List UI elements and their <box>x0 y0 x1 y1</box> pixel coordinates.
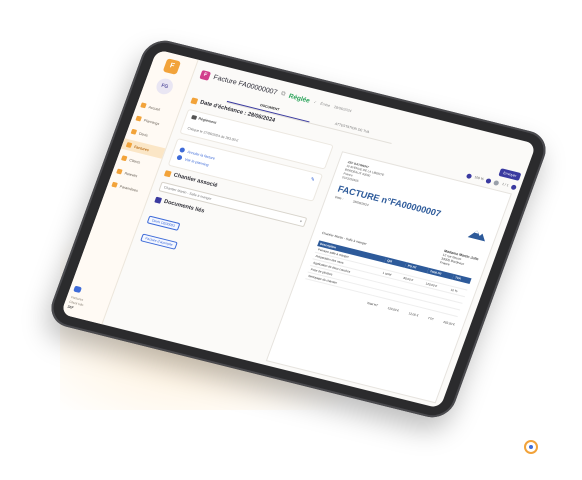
payment-label-text: Règlement <box>197 116 217 125</box>
invoice-icon <box>125 142 133 148</box>
home-icon <box>140 102 147 109</box>
ttc-label: TTC <box>427 316 435 322</box>
calendar-icon <box>135 115 142 122</box>
folder-icon <box>154 196 163 204</box>
ttc-value: 283,00 € <box>442 319 456 327</box>
rotate-icon[interactable] <box>493 179 501 186</box>
page-title: Facture FA00000007 <box>212 73 279 97</box>
page-indicator: 1 / 1 <box>501 182 510 188</box>
wallet-icon <box>190 114 198 120</box>
sidebar-item-label: Accueil <box>148 104 161 112</box>
gear-icon <box>111 181 118 188</box>
chart-icon <box>116 168 123 175</box>
invoice-date-label: Date : <box>334 195 345 201</box>
avatar[interactable]: FG <box>154 76 176 96</box>
sidebar-footer: Factures Client Info ZEF <box>67 285 90 313</box>
client-address: Madame Martin Julie 12 rue Neuve 33000 B… <box>439 249 479 273</box>
total-ht-label: Total HT <box>366 300 379 308</box>
sidebar-item-label: Clients <box>128 157 141 165</box>
zoom-level: 100 % <box>473 175 485 182</box>
tva-value: 12,00 € <box>407 311 419 318</box>
site-icon <box>163 170 172 178</box>
chat-icon[interactable] <box>73 285 82 294</box>
next-page-icon[interactable] <box>510 183 518 190</box>
issued-date: 28/06/2024 <box>333 105 353 114</box>
sidebar-item-label: Factures <box>133 144 150 152</box>
invoice-badge-icon: F <box>199 69 212 81</box>
pencil-icon[interactable]: ✎ <box>309 177 315 184</box>
check-icon: ✓ <box>312 99 318 105</box>
app-logo[interactable]: F <box>162 58 182 75</box>
cancel-icon <box>178 147 186 153</box>
sidebar-item-label: Plannings <box>143 117 161 126</box>
eye-icon <box>176 154 183 161</box>
chevron-down-icon: ▾ <box>299 219 303 224</box>
status-badge: Réglée <box>287 92 311 105</box>
zoom-in-icon[interactable] <box>485 177 493 184</box>
linked-doc-button[interactable]: Facture d'acompte <box>140 233 178 250</box>
document-icon <box>130 128 138 135</box>
sidebar-item-label: Devis <box>138 131 149 138</box>
users-icon <box>120 155 128 162</box>
zoom-out-icon[interactable] <box>465 172 473 179</box>
brand-logo-icon <box>524 440 538 454</box>
issued-label: Émise <box>319 101 331 108</box>
sidebar-item-label: Relevés <box>124 170 139 178</box>
clock-icon <box>190 97 199 105</box>
total-ht-value: 120,00 € <box>386 305 400 313</box>
copy-icon[interactable]: ⧉ <box>280 90 286 98</box>
sidebar-item-label: Paramètres <box>119 184 139 193</box>
